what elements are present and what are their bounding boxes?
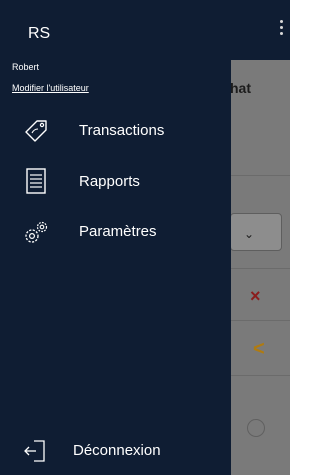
logout-button[interactable]: Déconnexion [0,432,231,470]
nav-label-transactions: Transactions [79,122,165,139]
background-title: hat [230,80,251,96]
navigation-drawer: RS Robert Modifier l'utilisateur Transac… [0,0,231,475]
edit-user-link[interactable]: Modifier l'utilisateur [12,83,89,93]
nav-item-parametres[interactable]: Paramètres [0,213,231,253]
background-select[interactable] [230,213,282,251]
radio-button[interactable] [247,419,265,437]
divider [230,175,290,176]
chevron-down-icon: ⌄ [244,227,255,241]
user-initials: RS [28,25,51,42]
logout-label: Déconnexion [73,442,161,459]
user-name: Robert [12,62,40,72]
nav-item-transactions[interactable]: Transactions [0,112,231,152]
gears-icon [25,221,48,243]
divider [230,268,290,269]
more-options-icon[interactable] [280,20,284,40]
nav-item-rapports[interactable]: Rapports [0,163,231,203]
nav-label-rapports: Rapports [79,173,140,190]
divider [230,320,290,321]
tag-icon [25,120,47,142]
document-icon [26,168,46,194]
logout-icon [24,440,45,462]
back-arrow-icon[interactable]: < [253,338,265,361]
nav-label-parametres: Paramètres [79,223,157,240]
divider [230,375,290,376]
remove-icon[interactable]: × [250,286,261,307]
